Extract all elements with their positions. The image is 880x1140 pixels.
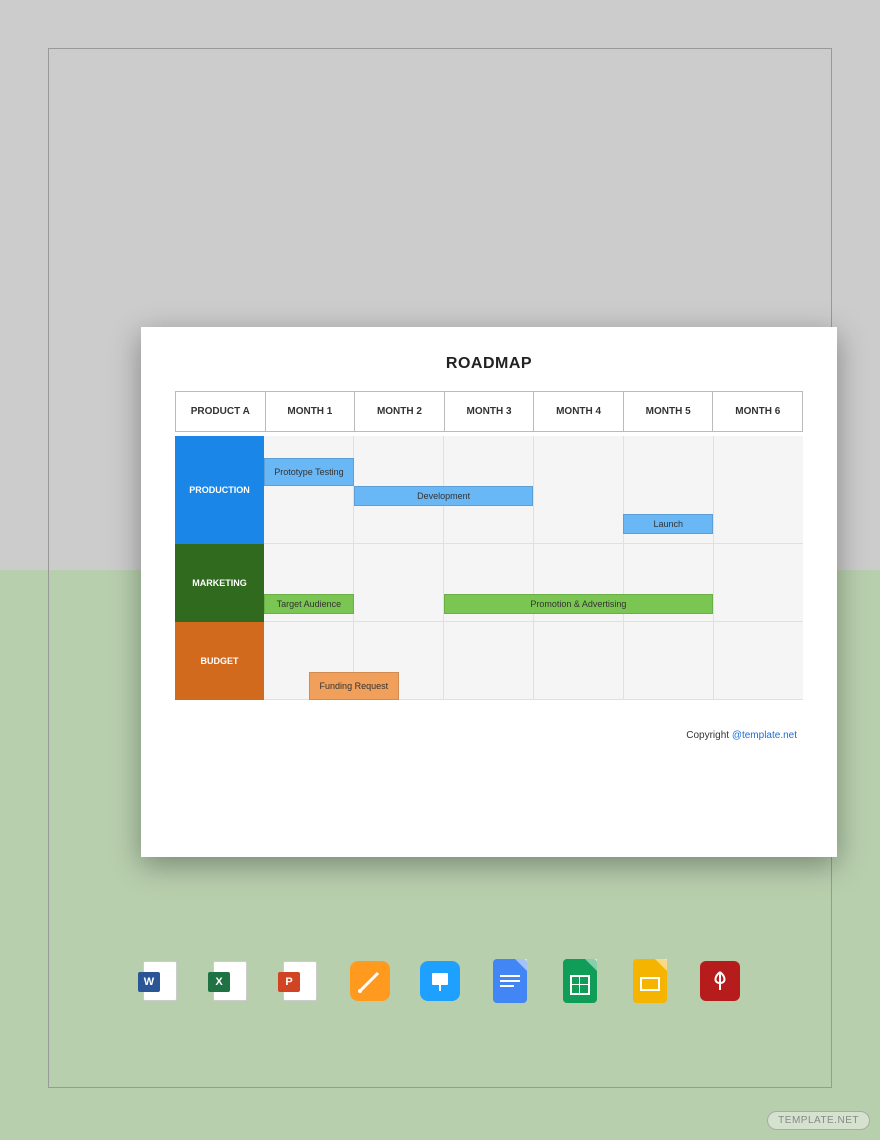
roadmap-card: ROADMAP PRODUCT AMONTH 1MONTH 2MONTH 3MO… xyxy=(141,327,837,857)
lane-column xyxy=(534,436,624,543)
lane-column xyxy=(714,544,803,621)
watermark: TEMPLATE.NET xyxy=(767,1111,870,1130)
header-row: PRODUCT AMONTH 1MONTH 2MONTH 3MONTH 4MON… xyxy=(175,391,803,432)
task-bar: Development xyxy=(354,486,534,506)
month-header: MONTH 4 xyxy=(534,392,624,431)
lane-column xyxy=(714,436,803,543)
lane-column xyxy=(354,544,444,621)
row-header-cell: PRODUCT A xyxy=(176,392,266,431)
keynote-icon[interactable] xyxy=(416,957,464,1005)
month-header: MONTH 1 xyxy=(266,392,356,431)
swimlane: PRODUCTIONPrototype TestingDevelopment La… xyxy=(175,436,803,544)
month-header: MONTH 3 xyxy=(445,392,535,431)
task-bar: Target Audience xyxy=(264,594,354,614)
google-sheets-icon[interactable] xyxy=(556,957,604,1005)
task-bar: Launch xyxy=(623,514,713,534)
copyright-text: Copyright xyxy=(686,730,732,741)
google-slides-icon[interactable] xyxy=(626,957,674,1005)
lane-label: PRODUCTION xyxy=(175,436,264,544)
lane-column xyxy=(714,622,803,699)
lane-area: Prototype TestingDevelopment Launch xyxy=(264,436,803,544)
task-bar: Prototype Testing xyxy=(264,458,354,486)
lane-column xyxy=(444,622,534,699)
lanes-body: PRODUCTIONPrototype TestingDevelopment La… xyxy=(175,436,803,700)
pages-icon[interactable] xyxy=(346,957,394,1005)
excel-icon[interactable]: X xyxy=(206,957,254,1005)
copyright-link[interactable]: @template.net xyxy=(732,730,797,741)
task-bar: Promotion & Advertising xyxy=(444,594,714,614)
lane-label: BUDGET xyxy=(175,622,264,700)
swimlane: BUDGET Funding Request xyxy=(175,622,803,700)
swimlane: MARKETINGTarget Audience Promotion & Adve… xyxy=(175,544,803,622)
lane-column xyxy=(534,622,624,699)
roadmap-grid: PRODUCT AMONTH 1MONTH 2MONTH 3MONTH 4MON… xyxy=(175,391,803,700)
lane-column xyxy=(264,436,354,543)
powerpoint-icon[interactable]: P xyxy=(276,957,324,1005)
google-docs-icon[interactable] xyxy=(486,957,534,1005)
month-header: MONTH 6 xyxy=(713,392,802,431)
month-header: MONTH 2 xyxy=(355,392,445,431)
pdf-icon[interactable] xyxy=(696,957,744,1005)
lane-area: Target Audience Promotion & Advertising xyxy=(264,544,803,622)
copyright: Copyright @template.net xyxy=(175,730,803,741)
task-bar: Funding Request xyxy=(309,672,399,700)
month-header: MONTH 5 xyxy=(624,392,714,431)
lane-label: MARKETING xyxy=(175,544,264,622)
lane-column xyxy=(624,622,714,699)
word-icon[interactable]: W xyxy=(136,957,184,1005)
outer-frame: ROADMAP PRODUCT AMONTH 1MONTH 2MONTH 3MO… xyxy=(48,48,832,1088)
lane-area: Funding Request xyxy=(264,622,803,700)
card-title: ROADMAP xyxy=(175,355,803,373)
app-icon-row: WXP xyxy=(49,957,831,1005)
